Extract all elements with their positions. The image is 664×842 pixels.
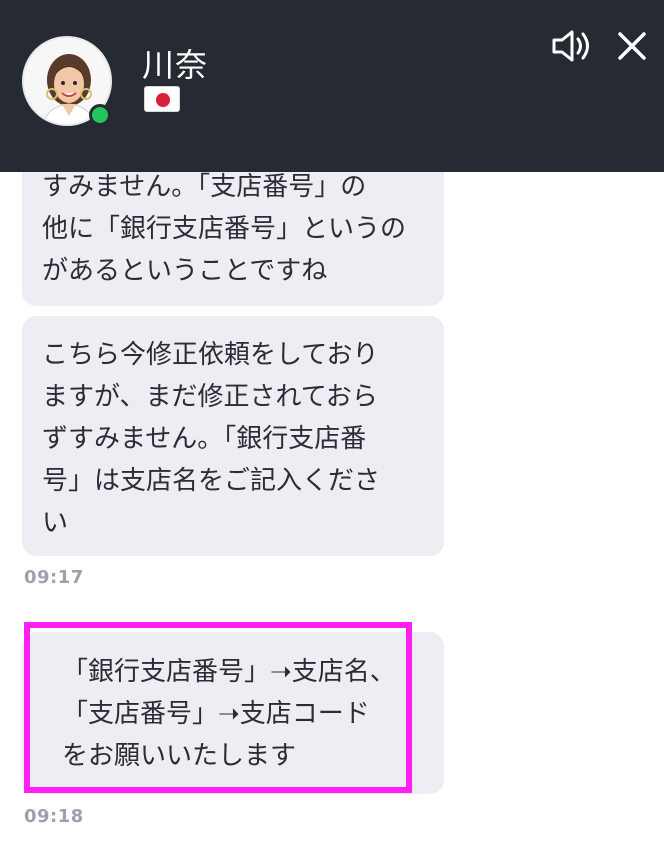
online-status-dot <box>89 104 111 126</box>
contact-name: 川奈 <box>142 46 209 84</box>
chat-header: 川奈 <box>0 0 664 172</box>
speaker-icon[interactable] <box>550 26 594 66</box>
message-timestamp: 09:18 <box>24 806 84 827</box>
close-icon[interactable] <box>610 26 654 66</box>
message-bubble: 「銀行支店番号」➝支店名、 「支店番号」➝支店コード をお願いいたします <box>22 632 444 794</box>
message-timestamp: 09:17 <box>24 567 84 588</box>
message-bubble: こちら今修正依頼をしており ますが、まだ修正されておら ずすみません。「銀行支店… <box>22 316 444 556</box>
japan-flag-icon <box>144 86 180 112</box>
message-bubble: すみません。「支店番号」の 他に「銀行支店番号」というの があるということですね <box>22 150 444 306</box>
